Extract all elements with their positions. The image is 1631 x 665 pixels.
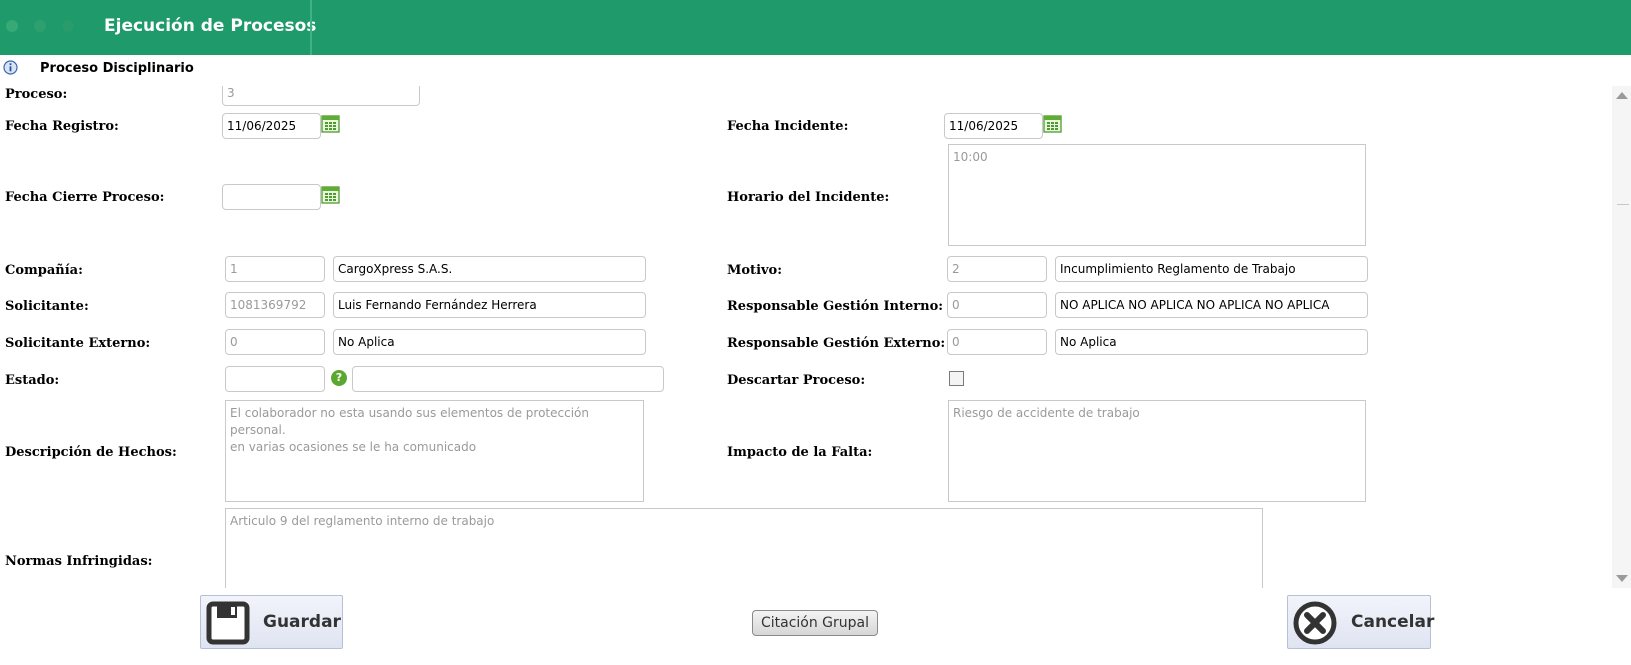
window-dot-icon[interactable]	[34, 20, 46, 32]
resp-externo-name-field[interactable]: No Aplica	[1055, 329, 1368, 355]
cancel-icon	[1293, 601, 1337, 645]
guardar-button[interactable]: Guardar	[200, 595, 343, 649]
calendar-icon[interactable]	[1043, 115, 1062, 133]
solicitante-externo-name-field[interactable]: No Aplica	[333, 329, 646, 355]
motivo-name-field[interactable]: Incumplimiento Reglamento de Trabajo	[1055, 256, 1368, 282]
resp-interno-name-field[interactable]: NO APLICA NO APLICA NO APLICA NO APLICA	[1055, 292, 1368, 318]
descripcion-line-1: El colaborador no esta usando sus elemen…	[230, 406, 589, 437]
impacto-label: Impacto de la Falta:	[727, 445, 873, 460]
solicitante-externo-label: Solicitante Externo:	[5, 336, 151, 351]
motivo-code-field[interactable]: 2	[947, 256, 1047, 282]
resp-interno-label: Responsable Gestión Interno:	[727, 299, 944, 314]
estado-label: Estado:	[5, 373, 60, 388]
window-title: Ejecución de Procesos	[104, 16, 317, 36]
solicitante-label: Solicitante:	[5, 299, 89, 314]
fecha-cierre-label: Fecha Cierre Proceso:	[5, 190, 165, 205]
window-dot-icon[interactable]	[62, 20, 74, 32]
resp-externo-label: Responsable Gestión Externo:	[727, 336, 946, 351]
horario-incidente-field[interactable]: 10:00	[948, 144, 1366, 246]
scroll-up-icon[interactable]	[1616, 92, 1628, 99]
proceso-label: Proceso:	[5, 87, 68, 102]
solicitante-externo-code-field[interactable]: 0	[225, 329, 325, 355]
app-header: Ejecución de Procesos	[0, 0, 1631, 55]
scroll-thumb[interactable]	[1617, 204, 1629, 205]
descripcion-field[interactable]: El colaborador no esta usando sus elemen…	[225, 400, 644, 502]
normas-field[interactable]: Articulo 9 del reglamento interno de tra…	[225, 508, 1263, 588]
fecha-incidente-field[interactable]: 11/06/2025	[944, 113, 1043, 139]
impacto-field[interactable]: Riesgo de accidente de trabajo	[948, 400, 1366, 502]
compania-code-field[interactable]: 1	[225, 256, 325, 282]
fecha-cierre-field[interactable]	[222, 184, 321, 210]
solicitante-name-field[interactable]: Luis Fernando Fernández Herrera	[333, 292, 646, 318]
cancelar-button[interactable]: Cancelar	[1287, 595, 1435, 649]
compania-name-field[interactable]: CargoXpress S.A.S.	[333, 256, 646, 282]
guardar-label: Guardar	[263, 612, 341, 632]
estado-name-field[interactable]	[352, 366, 664, 392]
calendar-icon[interactable]	[321, 186, 340, 204]
help-icon[interactable]: ?	[331, 370, 347, 386]
resp-externo-code-field[interactable]: 0	[947, 329, 1047, 355]
horario-incidente-label: Horario del Incidente:	[727, 190, 890, 205]
normas-label: Normas Infringidas:	[5, 554, 153, 569]
proceso-field[interactable]: 3	[222, 86, 420, 106]
descartar-checkbox[interactable]	[949, 371, 964, 386]
window-controls	[6, 20, 74, 32]
motivo-label: Motivo:	[727, 263, 783, 278]
compania-label: Compañía:	[5, 263, 83, 278]
citacion-grupal-button[interactable]: Citación Grupal	[752, 610, 878, 636]
vertical-scrollbar[interactable]	[1612, 86, 1631, 588]
fecha-registro-field[interactable]: 11/06/2025	[222, 113, 321, 139]
estado-code-field[interactable]	[225, 366, 325, 392]
cancelar-label: Cancelar	[1351, 612, 1435, 632]
form-panel: Proceso: 3 Fecha Registro: 11/06/2025 Fe…	[0, 86, 1610, 588]
descripcion-label: Descripción de Hechos:	[5, 445, 177, 460]
fecha-registro-label: Fecha Registro:	[5, 119, 119, 134]
scroll-down-icon[interactable]	[1616, 575, 1628, 582]
calendar-icon[interactable]	[321, 115, 340, 133]
fecha-incidente-label: Fecha Incidente:	[727, 119, 849, 134]
info-icon	[3, 60, 18, 75]
descripcion-line-2: en varias ocasiones se le ha comunicado	[230, 440, 477, 454]
solicitante-code-field[interactable]: 1081369792	[225, 292, 325, 318]
section-title: Proceso Disciplinario	[40, 61, 194, 76]
resp-interno-code-field[interactable]: 0	[947, 292, 1047, 318]
window-dot-icon[interactable]	[6, 20, 18, 32]
descartar-label: Descartar Proceso:	[727, 373, 866, 388]
header-divider	[310, 0, 312, 55]
save-icon	[206, 601, 250, 645]
